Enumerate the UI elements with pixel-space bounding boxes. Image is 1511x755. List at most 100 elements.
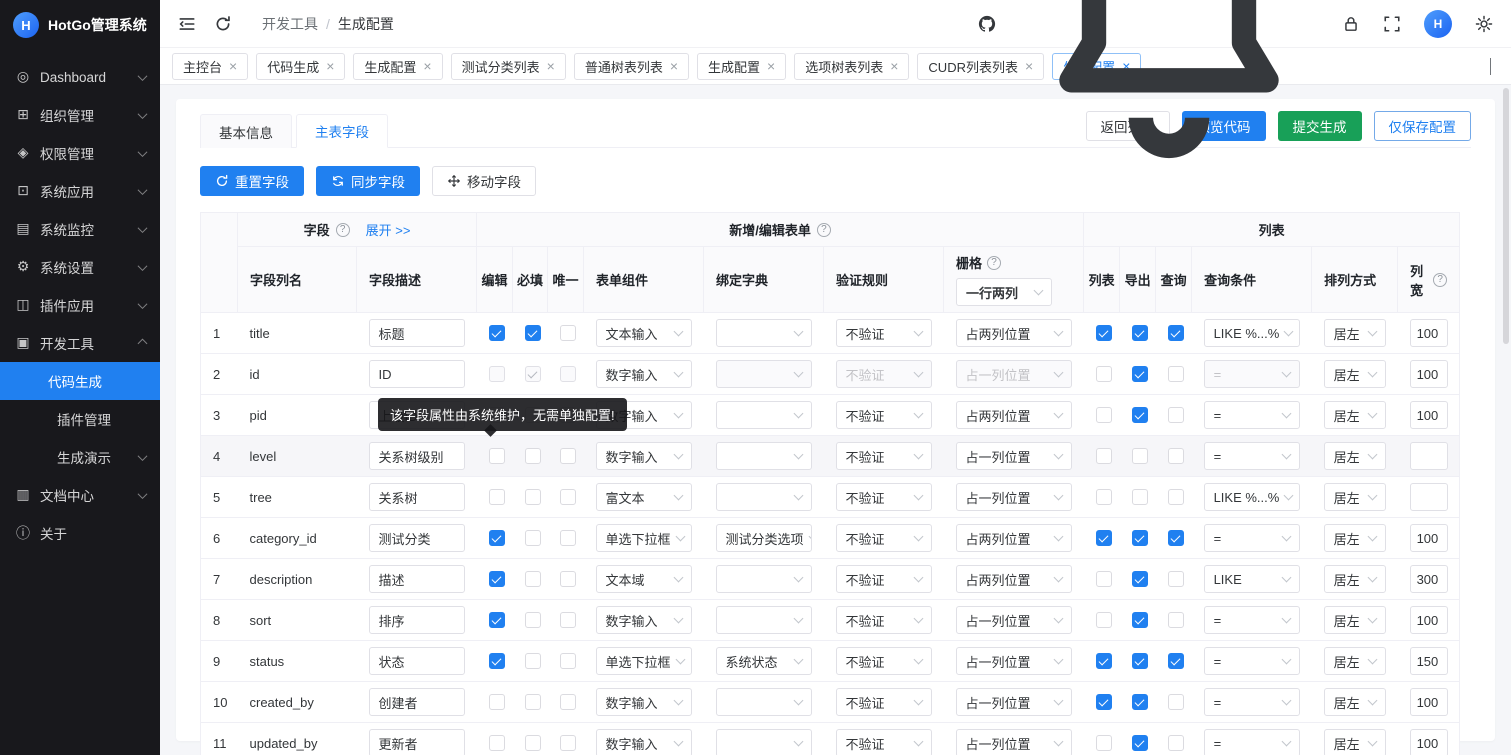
rule-select[interactable]: 不验证 — [836, 565, 932, 593]
unique-checkbox[interactable] — [560, 366, 576, 382]
list-checkbox[interactable] — [1096, 571, 1112, 587]
width-input[interactable]: 100 — [1410, 606, 1448, 634]
query-checkbox[interactable] — [1168, 530, 1184, 546]
sidebar-subitem[interactable]: 插件管理 — [0, 400, 160, 438]
github-icon[interactable] — [978, 15, 996, 33]
align-select[interactable]: 居左 — [1324, 524, 1386, 552]
required-checkbox[interactable] — [525, 571, 541, 587]
unique-checkbox[interactable] — [560, 448, 576, 464]
unique-checkbox[interactable] — [560, 571, 576, 587]
close-icon[interactable] — [229, 59, 237, 73]
dict-select[interactable] — [716, 442, 812, 470]
list-checkbox[interactable] — [1096, 489, 1112, 505]
export-checkbox[interactable] — [1132, 571, 1148, 587]
component-select[interactable]: 文本域 — [596, 565, 692, 593]
field-desc-input[interactable]: 创建者 — [369, 688, 465, 716]
sidebar-item[interactable]: 关于 — [0, 514, 160, 552]
required-checkbox[interactable] — [525, 325, 541, 341]
dict-select[interactable] — [716, 401, 812, 429]
help-icon[interactable] — [817, 223, 831, 237]
export-checkbox[interactable] — [1132, 366, 1148, 382]
condition-select[interactable]: LIKE — [1204, 565, 1300, 593]
align-select[interactable]: 居左 — [1324, 606, 1386, 634]
required-checkbox[interactable] — [525, 366, 541, 382]
rule-select[interactable]: 不验证 — [836, 360, 932, 388]
sidebar-item[interactable]: 系统应用 — [0, 172, 160, 210]
condition-select[interactable]: LIKE %...% — [1204, 319, 1300, 347]
list-checkbox[interactable] — [1096, 325, 1112, 341]
export-checkbox[interactable] — [1132, 407, 1148, 423]
rule-select[interactable]: 不验证 — [836, 647, 932, 675]
export-checkbox[interactable] — [1132, 448, 1148, 464]
export-checkbox[interactable] — [1132, 530, 1148, 546]
grid-select[interactable]: 占两列位置 — [956, 401, 1072, 429]
close-icon[interactable] — [890, 59, 898, 73]
field-desc-input[interactable]: 关系树 — [369, 483, 465, 511]
dict-select[interactable] — [716, 319, 812, 347]
component-select[interactable]: 单选下拉框 — [596, 524, 692, 552]
query-checkbox[interactable] — [1168, 653, 1184, 669]
unique-checkbox[interactable] — [560, 489, 576, 505]
tabbar-dropdown-chevron-icon[interactable] — [1482, 54, 1499, 78]
page-tab[interactable]: 生成配置 — [697, 53, 786, 80]
width-input[interactable]: 100 — [1410, 360, 1448, 388]
lock-screen-icon[interactable] — [1342, 15, 1360, 33]
align-select[interactable]: 居左 — [1324, 729, 1386, 755]
field-desc-input[interactable]: 状态 — [369, 647, 465, 675]
edit-checkbox[interactable] — [489, 571, 505, 587]
grid-select[interactable]: 占一列位置 — [956, 647, 1072, 675]
grid-select[interactable]: 占两列位置 — [956, 565, 1072, 593]
align-select[interactable]: 居左 — [1324, 483, 1386, 511]
expand-columns-link[interactable]: 展开 >> — [366, 220, 411, 239]
query-checkbox[interactable] — [1168, 407, 1184, 423]
app-logo[interactable]: H HotGo管理系统 — [0, 0, 160, 50]
list-checkbox[interactable] — [1096, 612, 1112, 628]
unique-checkbox[interactable] — [560, 694, 576, 710]
field-desc-input[interactable]: 标题 — [369, 319, 465, 347]
page-tab[interactable]: 代码生成 — [256, 53, 345, 80]
grid-select[interactable]: 占一列位置 — [956, 729, 1072, 755]
align-select[interactable]: 居左 — [1324, 565, 1386, 593]
edit-checkbox[interactable] — [489, 612, 505, 628]
rule-select[interactable]: 不验证 — [836, 606, 932, 634]
refresh-icon[interactable] — [214, 15, 232, 33]
field-desc-input[interactable]: 更新者 — [369, 729, 465, 755]
move-fields-button[interactable]: 移动字段 — [432, 166, 536, 196]
dict-select[interactable]: 系统状态 — [716, 647, 812, 675]
required-checkbox[interactable] — [525, 735, 541, 751]
component-select[interactable]: 富文本 — [596, 483, 692, 511]
gear-icon[interactable] — [1475, 15, 1493, 33]
dict-select[interactable] — [716, 688, 812, 716]
list-checkbox[interactable] — [1096, 735, 1112, 751]
grid-default-select[interactable]: 一行两列 — [956, 278, 1052, 306]
list-checkbox[interactable] — [1096, 407, 1112, 423]
align-select[interactable]: 居左 — [1324, 688, 1386, 716]
dict-select[interactable] — [716, 729, 812, 755]
edit-checkbox[interactable] — [489, 325, 505, 341]
align-select[interactable]: 居左 — [1324, 401, 1386, 429]
edit-checkbox[interactable] — [489, 448, 505, 464]
query-checkbox[interactable] — [1168, 694, 1184, 710]
fullscreen-icon[interactable] — [1383, 15, 1401, 33]
sidebar-item[interactable]: 插件应用 — [0, 286, 160, 324]
component-select[interactable]: 数字输入 — [596, 729, 692, 755]
component-select[interactable]: 数字输入 — [596, 688, 692, 716]
query-checkbox[interactable] — [1168, 366, 1184, 382]
dict-select[interactable] — [716, 565, 812, 593]
sidebar-item[interactable]: 系统设置 — [0, 248, 160, 286]
required-checkbox[interactable] — [525, 694, 541, 710]
rule-select[interactable]: 不验证 — [836, 319, 932, 347]
help-icon[interactable] — [987, 256, 1001, 270]
field-desc-input[interactable]: 关系树级别 — [369, 442, 465, 470]
query-checkbox[interactable] — [1168, 325, 1184, 341]
query-checkbox[interactable] — [1168, 735, 1184, 751]
list-checkbox[interactable] — [1096, 448, 1112, 464]
dict-select[interactable] — [716, 360, 812, 388]
align-select[interactable]: 居左 — [1324, 647, 1386, 675]
grid-select[interactable]: 占一列位置 — [956, 360, 1072, 388]
required-checkbox[interactable] — [525, 530, 541, 546]
list-checkbox[interactable] — [1096, 653, 1112, 669]
align-select[interactable]: 居左 — [1324, 319, 1386, 347]
grid-select[interactable]: 占一列位置 — [956, 483, 1072, 511]
edit-checkbox[interactable] — [489, 694, 505, 710]
